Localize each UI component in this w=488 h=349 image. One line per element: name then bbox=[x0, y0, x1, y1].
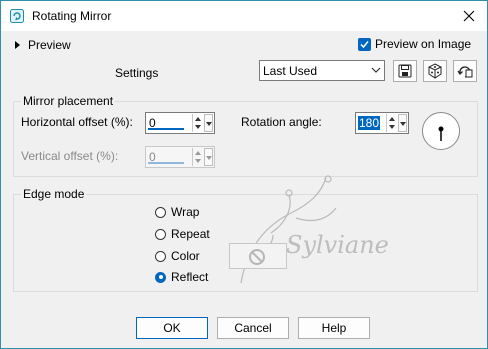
edge-mode-repeat-radio[interactable]: Repeat bbox=[155, 227, 210, 241]
spin-buttons[interactable] bbox=[192, 148, 203, 166]
preset-value: Last Used bbox=[263, 64, 318, 78]
radio-label-wrap: Wrap bbox=[171, 205, 200, 219]
preview-on-image-label: Preview on Image bbox=[375, 37, 472, 51]
help-button[interactable]: Help bbox=[298, 317, 370, 339]
radio-label-reflect: Reflect bbox=[171, 270, 209, 284]
horizontal-offset-label: Horizontal offset (%): bbox=[21, 115, 133, 129]
edge-mode-wrap-radio[interactable]: Wrap bbox=[155, 205, 199, 219]
floppy-disk-icon bbox=[398, 64, 412, 78]
no-color-icon bbox=[249, 249, 265, 265]
preview-label: Preview bbox=[28, 38, 71, 52]
ok-button[interactable]: OK bbox=[136, 317, 208, 339]
expand-triangle-icon bbox=[15, 41, 20, 49]
horizontal-offset-field[interactable]: 0 bbox=[145, 112, 215, 134]
radio-circle bbox=[155, 228, 166, 240]
rotating-mirror-dialog: Rotating Mirror Preview Preview on Image… bbox=[0, 0, 488, 349]
vertical-offset-label: Vertical offset (%): bbox=[21, 149, 119, 163]
field-underline bbox=[148, 128, 184, 130]
field-underline bbox=[148, 162, 184, 164]
reset-icon bbox=[457, 66, 473, 78]
edge-color-swatch[interactable] bbox=[229, 243, 287, 269]
edge-mode-title: Edge mode bbox=[21, 187, 87, 201]
radio-circle bbox=[155, 206, 166, 218]
edge-mode-color-radio[interactable]: Color bbox=[155, 249, 200, 263]
edge-mode-reflect-radio[interactable]: Reflect bbox=[155, 270, 208, 284]
chevron-down-icon bbox=[371, 67, 381, 73]
preview-on-image-checkbox[interactable]: Preview on Image bbox=[358, 37, 471, 51]
randomize-button[interactable] bbox=[423, 60, 447, 82]
close-icon bbox=[463, 10, 475, 22]
radio-label-color: Color bbox=[171, 249, 200, 263]
field-menu-button[interactable] bbox=[204, 148, 213, 166]
dial-needle-icon bbox=[438, 126, 444, 141]
sylviane-watermark: Sylviane bbox=[240, 175, 389, 284]
field-underline bbox=[358, 128, 380, 130]
mirror-placement-title: Mirror placement bbox=[21, 94, 116, 108]
rotation-angle-dial[interactable] bbox=[422, 112, 460, 150]
vertical-offset-field[interactable]: 0 bbox=[145, 146, 215, 168]
save-preset-button[interactable] bbox=[393, 60, 417, 82]
preset-select[interactable]: Last Used bbox=[259, 60, 385, 81]
radio-circle bbox=[155, 250, 166, 262]
preview-toggle[interactable]: Preview bbox=[15, 38, 71, 52]
cancel-button[interactable]: Cancel bbox=[217, 317, 289, 339]
field-menu-button[interactable] bbox=[398, 114, 407, 132]
watermark-text: Sylviane bbox=[286, 231, 389, 259]
title-bar: Rotating Mirror bbox=[1, 1, 487, 31]
field-menu-button[interactable] bbox=[204, 114, 213, 132]
checkmark-icon bbox=[358, 37, 371, 51]
close-button[interactable] bbox=[455, 4, 483, 28]
radio-circle-selected bbox=[155, 271, 166, 283]
spin-buttons[interactable] bbox=[386, 114, 397, 132]
window-title: Rotating Mirror bbox=[32, 9, 112, 23]
rotation-angle-label: Rotation angle: bbox=[241, 115, 322, 129]
reset-button[interactable] bbox=[453, 60, 477, 82]
dice-icon bbox=[428, 63, 442, 79]
radio-label-repeat: Repeat bbox=[171, 227, 210, 241]
app-icon bbox=[10, 9, 24, 23]
settings-label: Settings bbox=[115, 66, 159, 80]
spin-buttons[interactable] bbox=[192, 114, 203, 132]
rotation-angle-field[interactable]: 180 bbox=[355, 112, 409, 134]
